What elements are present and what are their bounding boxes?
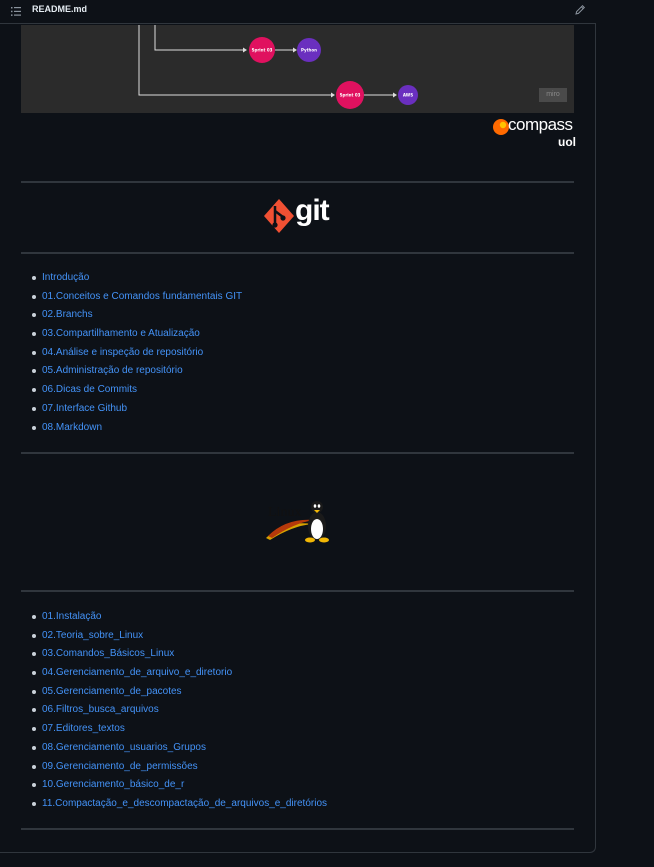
miro-watermark: miro [539, 88, 567, 102]
list-item: 01.Conceitos e Comandos fundamentais GIT [31, 288, 242, 307]
toc-link[interactable]: 02.Teoria_sobre_Linux [42, 630, 143, 641]
list-item: 01.Instalação [31, 608, 327, 627]
linux-logo-word: Linux [268, 505, 302, 520]
linux-link-list: 01.Instalação 02.Teoria_sobre_Linux 03.Com… [31, 608, 327, 814]
list-item: 03.Comandos_Básicos_Linux [31, 645, 327, 664]
divider [21, 181, 574, 183]
toc-link[interactable]: 05.Administração de repositório [42, 365, 183, 376]
toc-link[interactable]: 05.Gerenciamento_de_pacotes [42, 686, 182, 697]
toc-link[interactable]: 03.Comandos_Básicos_Linux [42, 648, 174, 659]
git-logo-icon [264, 199, 294, 233]
toc-link[interactable]: 04.Gerenciamento_de_arquivo_e_diretorio [42, 667, 232, 678]
list-item: 08.Markdown [31, 419, 242, 438]
list-item: 06.Filtros_busca_arquivos [31, 701, 327, 720]
list-icon[interactable] [11, 7, 21, 16]
toc-link[interactable]: 03.Compartilhamento e Atualização [42, 328, 200, 339]
list-item: 10.Gerenciamento_básico_de_r [31, 776, 327, 795]
toc-link[interactable]: 04.Análise e inspeção de repositório [42, 347, 203, 358]
file-name: README.md [32, 4, 88, 14]
git-logo-word: git [295, 194, 330, 227]
list-item: 11.Compactação_e_descompactação_de_arqui… [31, 795, 327, 814]
divider [21, 452, 574, 454]
list-item: 07.Interface Github [31, 400, 242, 419]
list-item: 02.Branchs [31, 306, 242, 325]
list-item: 05.Gerenciamento_de_pacotes [31, 683, 327, 702]
list-item: 03.Compartilhamento e Atualização [31, 325, 242, 344]
sprint-node-label: Sprint 03 [340, 93, 361, 98]
readme-panel: README.md Sprint 03 Python Sprint 03 AWS… [0, 0, 596, 853]
roadmap-diagram: Sprint 03 Python Sprint 03 AWS [138, 25, 418, 109]
list-item: 08.Gerenciamento_usuarios_Grupos [31, 739, 327, 758]
list-item: Introdução [31, 269, 242, 288]
pencil-icon[interactable] [574, 4, 586, 16]
toc-link[interactable]: 11.Compactação_e_descompactação_de_arqui… [42, 798, 327, 809]
toc-link[interactable]: Introdução [42, 272, 89, 283]
toc-link[interactable]: 09.Gerenciamento_de_permissões [42, 761, 198, 772]
toc-link[interactable]: 06.Dicas de Commits [42, 384, 137, 395]
sprint-node-label: Sprint 03 [252, 48, 273, 53]
toc-link[interactable]: 07.Interface Github [42, 403, 127, 414]
miro-board-image: Sprint 03 Python Sprint 03 AWS miro [21, 25, 574, 113]
toc-link[interactable]: 08.Gerenciamento_usuarios_Grupos [42, 742, 206, 753]
list-item: 04.Análise e inspeção de repositório [31, 344, 242, 363]
list-item: 05.Administração de repositório [31, 362, 242, 381]
divider [21, 252, 574, 254]
list-item: 06.Dicas de Commits [31, 381, 242, 400]
divider [21, 590, 574, 592]
git-link-list: Introdução 01.Conceitos e Comandos fundam… [31, 269, 242, 437]
list-item: 02.Teoria_sobre_Linux [31, 627, 327, 646]
toc-link[interactable]: 07.Editores_textos [42, 723, 125, 734]
toc-link[interactable]: 10.Gerenciamento_básico_de_r [42, 779, 184, 790]
compass-logo-word: compass [508, 115, 573, 134]
file-header: README.md [0, 0, 596, 24]
list-item: 09.Gerenciamento_de_permissões [31, 758, 327, 777]
python-node-label: Python [301, 48, 317, 53]
list-item: 04.Gerenciamento_de_arquivo_e_diretorio [31, 664, 327, 683]
toc-link[interactable]: 06.Filtros_busca_arquivos [42, 704, 159, 715]
toc-link[interactable]: 08.Markdown [42, 422, 102, 433]
toc-link[interactable]: 01.Instalação [42, 611, 102, 622]
toc-link[interactable]: 02.Branchs [42, 309, 93, 320]
list-item: 07.Editores_textos [31, 720, 327, 739]
uol-logo-word: uol [558, 135, 576, 149]
toc-link[interactable]: 01.Conceitos e Comandos fundamentais GIT [42, 291, 242, 302]
aws-node-label: AWS [403, 93, 413, 98]
divider [21, 828, 574, 830]
